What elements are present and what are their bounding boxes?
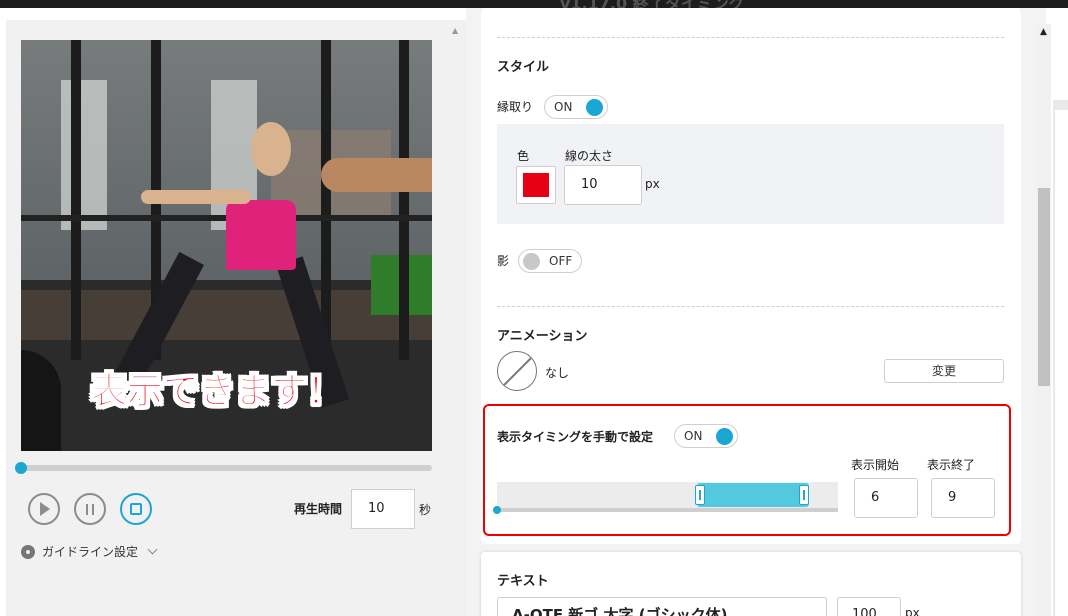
guideline-settings-toggle[interactable]: ガイドライン設定: [21, 543, 158, 560]
video-person-torso: [226, 200, 296, 270]
outline-width-label: 線の太さ: [565, 149, 614, 163]
font-select[interactable]: A-OTF 新ゴ 太字 (ゴシック体): [497, 597, 827, 616]
play-time-input[interactable]: 10: [351, 489, 415, 529]
font-size-input[interactable]: 100: [837, 597, 901, 616]
play-time-label: 再生時間: [294, 502, 343, 516]
guideline-settings-label: ガイドライン設定: [42, 545, 139, 559]
video-rack-post: [71, 40, 81, 360]
timing-end-label: 表示終了: [927, 458, 976, 472]
outline-label: 縁取り: [497, 100, 534, 114]
manual-timing-toggle-state: ON: [684, 429, 703, 443]
style-heading: スタイル: [497, 60, 550, 75]
video-rack-post: [399, 40, 409, 360]
video-rack-post: [321, 40, 331, 360]
timing-end-handle[interactable]: [799, 485, 809, 505]
play-button[interactable]: [28, 493, 60, 525]
outline-width-unit: px: [645, 177, 660, 191]
outline-color-picker[interactable]: [516, 166, 556, 204]
video-caption-text: 表示できます！: [90, 371, 344, 413]
animation-heading: アニメーション: [497, 329, 588, 344]
toggle-knob: [716, 428, 733, 445]
video-person-arms: [141, 190, 251, 204]
divider: [497, 306, 1004, 307]
toggle-knob: [523, 253, 540, 270]
toggle-knob: [586, 99, 603, 116]
seek-bar[interactable]: [21, 465, 432, 471]
no-animation-icon: [497, 351, 537, 391]
color-swatch-fill: [523, 173, 549, 197]
timing-slider-line: [497, 508, 838, 512]
timing-start-label: 表示開始: [851, 458, 900, 472]
outline-color-label: 色: [517, 149, 530, 163]
app-title: v1.17.0 終了タイミング: [560, 0, 745, 8]
timing-end-input[interactable]: 9: [931, 478, 995, 518]
timing-start-input[interactable]: 6: [854, 478, 918, 518]
play-time-unit: 秒: [419, 503, 432, 517]
seek-handle[interactable]: [15, 462, 27, 474]
outline-toggle-state: ON: [554, 100, 573, 114]
video-preview[interactable]: 表示できます！: [21, 40, 432, 451]
gear-icon: [21, 544, 35, 559]
font-size-unit: px: [905, 606, 920, 616]
shadow-label: 影: [497, 254, 510, 268]
timing-playhead[interactable]: [493, 506, 501, 514]
video-trainer-arm: [321, 158, 432, 192]
scrollbar-thumb[interactable]: [1038, 188, 1050, 386]
timing-start-handle[interactable]: [695, 485, 705, 505]
chevron-down-icon: [147, 544, 158, 555]
play-icon: [37, 502, 51, 516]
manual-timing-label: 表示タイミングを手動で設定: [497, 430, 654, 444]
timing-range-bar[interactable]: [697, 483, 809, 507]
animation-value: なし: [545, 366, 570, 380]
divider: [497, 37, 1004, 38]
stop-button[interactable]: [120, 493, 152, 525]
scroll-up-arrow-icon[interactable]: ▲: [1040, 27, 1047, 37]
video-window: [61, 80, 107, 230]
text-heading: テキスト: [497, 574, 549, 589]
edge-panel-inner: [1055, 110, 1068, 616]
outline-width-input[interactable]: 10: [564, 165, 642, 205]
shadow-toggle[interactable]: OFF: [518, 249, 582, 273]
manual-timing-toggle[interactable]: ON: [674, 424, 738, 448]
stop-icon: [130, 503, 142, 515]
change-animation-button[interactable]: 変更: [884, 359, 1004, 383]
shadow-toggle-state: OFF: [549, 254, 573, 268]
video-person-head: [251, 122, 291, 176]
pause-icon: [86, 503, 94, 515]
scroll-up-arrow-icon[interactable]: ▲: [452, 26, 458, 35]
pause-button[interactable]: [74, 493, 106, 525]
outline-toggle[interactable]: ON: [544, 95, 608, 119]
top-bar: v1.17.0 終了タイミング: [0, 0, 1068, 8]
